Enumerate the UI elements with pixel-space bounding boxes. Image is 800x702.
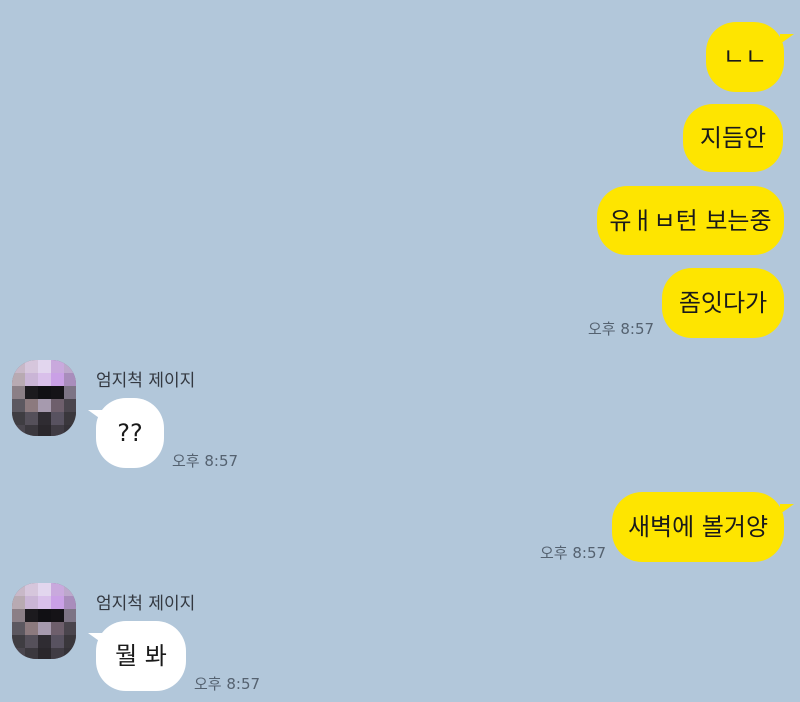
their-message-bubble[interactable]: ?? xyxy=(96,398,164,468)
my-message-bubble[interactable]: 좀잇다가 xyxy=(662,268,784,338)
message-text: 지듬안 xyxy=(699,124,767,152)
their-message-bubble[interactable]: 뭘 봐 xyxy=(96,621,186,691)
message-text: 새벽에 볼거양 xyxy=(627,513,769,541)
bubble-tail xyxy=(88,633,102,643)
bubble-tail xyxy=(88,410,102,420)
message-timestamp: 오후 8:57 xyxy=(172,452,239,470)
my-message-bubble[interactable]: 지듬안 xyxy=(683,104,783,172)
avatar[interactable] xyxy=(12,360,76,436)
bubble-tail xyxy=(780,504,794,514)
message-text: 뭘 봐 xyxy=(115,642,167,670)
message-text: 좀잇다가 xyxy=(678,289,768,317)
avatar[interactable] xyxy=(12,583,76,659)
my-message-bubble[interactable]: 유ㅐㅂ턴 보는중 xyxy=(597,186,784,255)
message-text: ?? xyxy=(117,419,143,447)
sender-name: 엄지척 제이지 xyxy=(96,371,196,391)
message-text: 유ㅐㅂ턴 보는중 xyxy=(609,206,772,235)
bubble-tail xyxy=(780,34,794,44)
my-message-bubble[interactable]: 새벽에 볼거양 xyxy=(612,492,784,562)
message-timestamp: 오후 8:57 xyxy=(588,320,655,338)
message-text: ㄴㄴ xyxy=(722,43,768,71)
message-timestamp: 오후 8:57 xyxy=(540,544,607,562)
sender-name: 엄지척 제이지 xyxy=(96,594,196,614)
my-message-bubble[interactable]: ㄴㄴ xyxy=(706,22,784,92)
message-timestamp: 오후 8:57 xyxy=(194,675,261,693)
